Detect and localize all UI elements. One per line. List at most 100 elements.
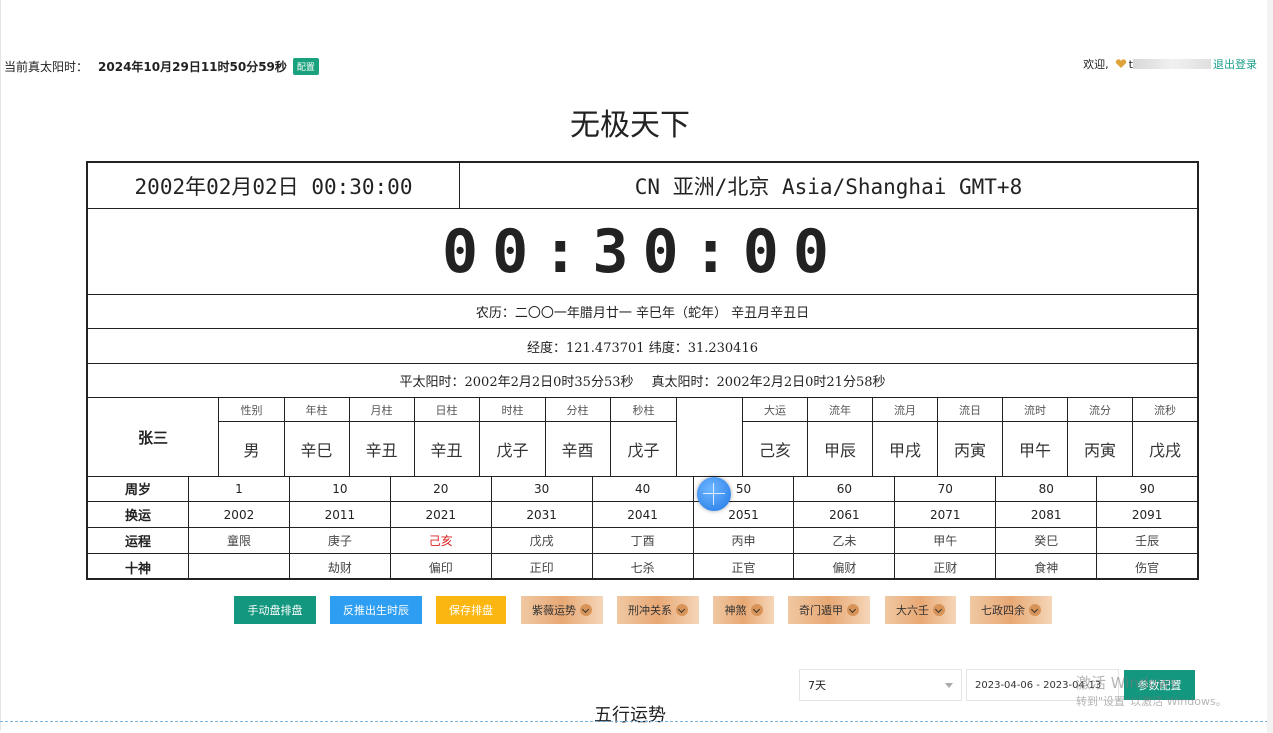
flow-header: 流年 — [808, 398, 872, 422]
fortune-cell: 己亥 — [391, 528, 492, 553]
fortune-cell: 正财 — [895, 554, 997, 580]
qimen-dropdown[interactable]: 奇门遁甲 — [788, 596, 870, 624]
flow-pillar-col: 流月 甲戌 — [873, 398, 938, 476]
fortune-cell: 伤官 — [1135, 560, 1160, 575]
fortune-cell: 食神 — [996, 554, 1098, 580]
fortune-cell: 2061 — [794, 502, 896, 527]
watermark-line1: 激活 Windows — [1076, 674, 1178, 692]
fortune-cell: 2041 — [593, 502, 694, 527]
flow-header: 流秒 — [1133, 398, 1197, 422]
shensha-dropdown[interactable]: 神煞 — [713, 596, 774, 624]
fortune-cell: 正印 — [492, 554, 593, 580]
ziwei-label: 紫薇运势 — [532, 604, 576, 617]
solar-time-label: 当前真太阳时： — [4, 60, 89, 74]
natal-pillar-col: 性别男 — [219, 398, 285, 476]
fortune-cell: 2071 — [895, 502, 997, 527]
pillar-header: 日柱 — [414, 398, 479, 422]
fortune-cell: 偏印 — [391, 554, 492, 580]
fortune-cell: 七杀 — [593, 554, 694, 580]
pillar-header: 月柱 — [349, 398, 414, 422]
floating-assist-icon[interactable] — [697, 477, 731, 511]
xingchong-dropdown[interactable]: 刑冲关系 — [617, 596, 699, 624]
flow-pillar-col: 流时 甲午 — [1003, 398, 1068, 476]
flow-value: 甲戌 — [888, 441, 921, 460]
flow-value: 戊戌 — [1148, 441, 1181, 460]
caret-down-icon — [945, 683, 953, 688]
fortune-cell: 壬辰 — [1135, 534, 1160, 548]
fortune-cell: 10 — [290, 476, 391, 501]
logout-link[interactable]: 退出登录 — [1213, 56, 1257, 72]
shensha-label: 神煞 — [724, 604, 747, 617]
fortune-cell — [189, 554, 290, 580]
person-name: 张三 — [88, 398, 219, 476]
fortune-cell: 2031 — [492, 502, 593, 527]
fortune-cell: 劫财 — [290, 554, 391, 580]
pillar-header: 性别 — [219, 398, 284, 422]
fortune-row-label: 换运 — [88, 502, 189, 527]
site-title: 无极天下 — [570, 108, 690, 143]
flow-value: 甲午 — [1018, 441, 1051, 460]
chevron-down-icon — [750, 604, 763, 616]
range-select[interactable]: 7天 — [799, 669, 962, 701]
fortune-row: 十神 劫财 偏印 正印 七杀 正官 偏财 正财 食神 伤官 — [88, 554, 1197, 580]
fortune-cell: 30 — [492, 476, 593, 501]
xingchong-label: 刑冲关系 — [628, 604, 672, 617]
config-badge-button[interactable]: 配置 — [292, 58, 319, 75]
qizheng-label: 七政四余 — [981, 604, 1025, 617]
flow-header: 流分 — [1068, 398, 1132, 422]
fortune-cell: 丙申 — [694, 528, 795, 553]
flow-value: 丙寅 — [1083, 441, 1116, 460]
chevron-down-icon — [676, 604, 688, 616]
page-scrollbar[interactable] — [1267, 0, 1273, 733]
fortune-cell: 癸巳 — [996, 528, 1098, 553]
pillar-value: 辛巳 — [300, 441, 333, 460]
natal-pillar-col: 秒柱 戊子 — [611, 398, 677, 476]
pillar-value: 辛丑 — [430, 441, 463, 460]
fortune-cell: 正官 — [694, 554, 795, 580]
flow-header: 大运 — [743, 398, 807, 422]
fortune-cell: 1 — [189, 476, 290, 501]
true-solar-time: 真太阳时：2002年2月2日0时21分58秒 — [651, 375, 886, 390]
flow-pillar-col: 流分 丙寅 — [1068, 398, 1133, 476]
user-bar: 欢迎, t 退出登录 — [1083, 56, 1257, 72]
qizheng-dropdown[interactable]: 七政四余 — [970, 596, 1052, 624]
fortune-row-label: 十神 — [88, 554, 189, 580]
chevron-down-icon — [933, 604, 945, 616]
pillar-spacer — [677, 398, 743, 476]
lunar-row: 农历：二〇〇一年腊月廿一 辛巳年（蛇年） 辛丑月辛丑日 — [88, 295, 1197, 329]
flow-pillar-col: 流秒 戊戌 — [1133, 398, 1197, 476]
qimen-label: 奇门遁甲 — [799, 604, 843, 617]
reverse-birth-time-button[interactable]: 反推出生时辰 — [330, 596, 422, 624]
fortune-row: 运程 童限 庚子 己亥 戊戌 丁酉 丙申 乙未 甲午 癸巳 壬辰 — [88, 528, 1197, 554]
natal-pillar-col: 月柱 辛丑 — [349, 398, 415, 476]
pillar-header: 年柱 — [284, 398, 349, 422]
fortune-cell: 2091 — [1131, 507, 1163, 522]
natal-pillar-col: 分柱 辛酉 — [545, 398, 611, 476]
fortune-cell: 偏财 — [794, 554, 896, 580]
fortune-cell: 70 — [895, 476, 997, 501]
fortune-cell: 丁酉 — [593, 528, 694, 553]
fortune-cell: 乙未 — [794, 528, 896, 553]
save-chart-button[interactable]: 保存排盘 — [436, 596, 506, 624]
liuren-dropdown[interactable]: 大六壬 — [885, 596, 956, 624]
timezone-label: CN 亚洲/北京 Asia/Shanghai GMT+8 — [634, 174, 1023, 199]
pillars-row: 张三 性别男年柱 辛巳 月柱 辛丑 日柱 辛丑 时柱 戊子 分柱 辛酉 秒柱 戊子 大运 己亥 流年 甲辰流… — [88, 398, 1197, 477]
ziwei-dropdown[interactable]: 紫薇运势 — [521, 596, 603, 624]
fortune-cell: 甲午 — [895, 528, 997, 553]
mean-solar-time: 平太阳时：2002年2月2日0时35分53秒 — [399, 375, 634, 390]
manual-chart-button[interactable]: 手动盘排盘 — [234, 596, 316, 624]
liuren-label: 大六壬 — [896, 604, 929, 617]
chevron-down-icon — [580, 604, 592, 616]
flow-pillar-col: 大运 己亥 — [743, 398, 808, 476]
fortune-cell: 2021 — [391, 502, 492, 527]
date-zone-row: 2002年02月02日 00:30:00 CN 亚洲/北京 Asia/Shang… — [88, 163, 1197, 209]
fortune-cell: 童限 — [189, 528, 290, 553]
flow-header: 流日 — [938, 398, 1002, 422]
fortune-cell: 庚子 — [290, 528, 391, 553]
welcome-text: 欢迎, — [1083, 58, 1109, 71]
pillar-header: 分柱 — [545, 398, 610, 422]
fortune-cell: 戊戌 — [492, 528, 593, 553]
pillar-value: 戊子 — [627, 441, 660, 460]
chevron-down-icon — [847, 604, 859, 616]
pillar-header: 秒柱 — [611, 398, 676, 422]
